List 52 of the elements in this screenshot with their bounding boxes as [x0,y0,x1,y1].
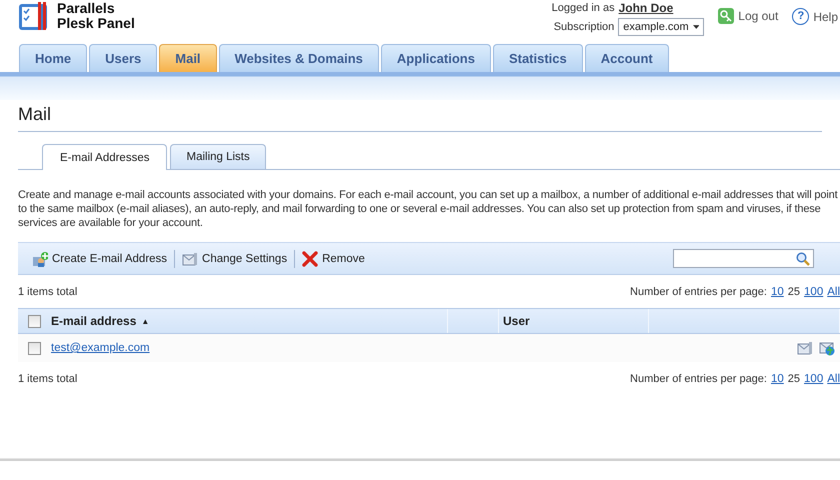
help-icon: ? [792,8,810,25]
page-size-option[interactable]: 10 [770,373,784,385]
nav-tab[interactable]: Applications [380,44,491,72]
page-title: Mail [18,104,822,132]
page-size-option[interactable]: 100 [804,286,824,298]
user-plus-icon [32,250,48,266]
sort-indicator: ▲ [141,316,150,326]
subscription-dropdown[interactable]: example.com [618,18,704,36]
clipboard-logo-icon [18,1,50,31]
select-all-checkbox[interactable] [28,314,40,328]
settings-action[interactable] [797,340,813,356]
page-size-option[interactable]: All [827,286,840,298]
help-link[interactable]: ? Help [792,8,838,25]
envelope-settings-icon [797,340,813,356]
nav-tab[interactable]: Users [89,44,158,72]
envelope-globe-icon [819,340,835,356]
subscription-label: Subscription [554,21,614,33]
sub-tab[interactable]: Mailing Lists [170,144,266,169]
entries-label: Number of entries per page: [630,373,767,385]
page-size-option[interactable]: All [827,373,840,385]
nav-tab[interactable]: Account [584,44,669,72]
search-icon [796,252,810,266]
toolbar-button[interactable]: Create E-mail Address [28,250,172,266]
toolbar-button[interactable]: Change Settings [178,250,292,266]
key-icon [718,8,734,24]
items-total: 1 items total [18,373,78,385]
logo-text: Parallels Plesk Panel [57,1,135,31]
row-checkbox[interactable] [28,342,40,354]
caret-icon [692,25,700,29]
page-size-option[interactable]: 25 [788,373,800,385]
page-size-option[interactable]: 25 [788,286,800,298]
entries-label: Number of entries per page: [630,286,767,298]
search-field[interactable] [673,249,814,268]
sub-tab[interactable]: E-mail Addresses [42,144,168,170]
toolbar-button[interactable]: Remove [298,250,369,266]
logged-in-label: Logged in as [552,2,615,14]
page-size-option[interactable]: 10 [770,286,784,298]
column-header[interactable]: User [499,309,649,333]
page-size-option[interactable]: 100 [804,373,824,385]
mail-globe-action[interactable] [819,340,835,356]
nav-tab[interactable]: Statistics [492,44,583,72]
user-name-link[interactable]: John Doe [618,1,674,15]
items-total: 1 items total [18,286,78,298]
description-text: Create and manage e-mail accounts associated with your domains. For each e-mail account, you can set up a mailbox, a number of additional e-mail addresses that will point to the same mailbox (e-mail aliases), an auto-reply, and mail forwarding to one or several e-mail addresses. You can also set up protection from spam and viruses, if these services are available for your account. [18,188,839,230]
logout-link[interactable]: Log out [718,8,778,24]
nav-tab[interactable]: Home [19,44,88,72]
column-header[interactable]: E-mail address ▲ [51,309,448,333]
nav-tab[interactable]: Websites & Domains [218,44,379,72]
email-link[interactable]: test@example.com [51,342,150,354]
nav-tab[interactable]: Mail [159,44,217,72]
envelope-settings-icon [182,250,198,266]
cross-icon [302,250,318,266]
